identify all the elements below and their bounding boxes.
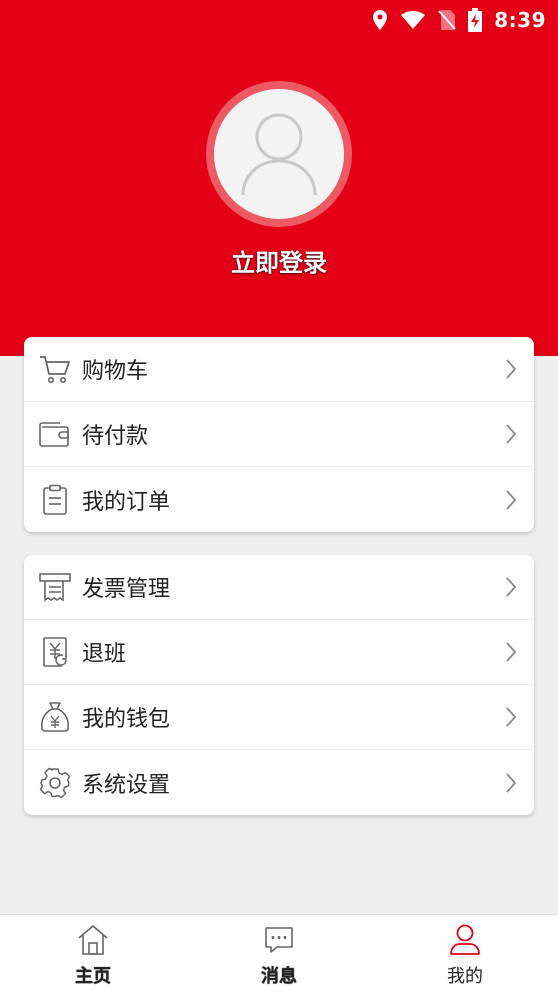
clock-time: 8:39 (494, 8, 546, 32)
refund-icon (38, 635, 72, 669)
gear-icon (38, 766, 72, 800)
menu-item-my-orders[interactable]: 我的订单 (24, 467, 534, 532)
clipboard-icon (38, 483, 72, 517)
chevron-right-icon (502, 639, 520, 665)
chevron-right-icon (502, 704, 520, 730)
avatar[interactable] (206, 81, 352, 227)
message-icon (263, 923, 295, 957)
wifi-icon (400, 10, 426, 30)
orders-card: 购物车 待付款 我的订单 (24, 337, 534, 532)
menu-item-refund[interactable]: 退班 (24, 620, 534, 685)
menu-item-label: 发票管理 (82, 577, 171, 602)
chevron-right-icon (502, 421, 520, 447)
chevron-right-icon (502, 356, 520, 382)
menu-item-label: 购物车 (82, 359, 149, 384)
menu-item-label: 系统设置 (82, 772, 171, 798)
chevron-right-icon (502, 770, 520, 796)
status-bar: 8:39 (372, 0, 558, 40)
tab-home[interactable]: 主页 (0, 915, 186, 992)
tab-messages[interactable]: 消息 (186, 915, 372, 992)
menu-item-settings[interactable]: 系统设置 (24, 750, 534, 815)
wallet-icon (38, 417, 72, 451)
menu-item-label: 我的钱包 (82, 707, 171, 732)
receipt-icon (38, 570, 72, 604)
chevron-right-icon (502, 487, 520, 513)
tab-label: 我的 (447, 966, 483, 987)
menu-item-label: 待付款 (82, 424, 149, 449)
menu-item-wallet[interactable]: 我的钱包 (24, 685, 534, 750)
menu-item-label: 退班 (82, 642, 127, 667)
cart-icon (38, 352, 72, 386)
profile-header: 8:39 立即登录 (0, 0, 558, 356)
user-avatar-icon (241, 113, 317, 196)
login-link[interactable]: 立即登录 (0, 243, 558, 278)
menu-item-pending-payment[interactable]: 待付款 (24, 402, 534, 467)
bottom-tab-bar: 主页 消息 我的 (0, 914, 558, 992)
home-icon (76, 923, 110, 957)
tab-label: 消息 (261, 966, 297, 987)
battery-charging-icon (468, 8, 483, 32)
no-sim-icon (438, 9, 456, 31)
menu-item-label: 我的订单 (82, 489, 171, 515)
menu-item-cart[interactable]: 购物车 (24, 337, 534, 402)
menu-item-invoice[interactable]: 发票管理 (24, 555, 534, 620)
user-icon (448, 923, 482, 957)
location-icon (372, 9, 388, 31)
chevron-right-icon (502, 574, 520, 600)
money-bag-icon (38, 700, 72, 734)
tab-mine[interactable]: 我的 (372, 915, 558, 992)
tab-label: 主页 (75, 966, 111, 987)
services-card: 发票管理 退班 我的钱包 系统设置 (24, 555, 534, 815)
